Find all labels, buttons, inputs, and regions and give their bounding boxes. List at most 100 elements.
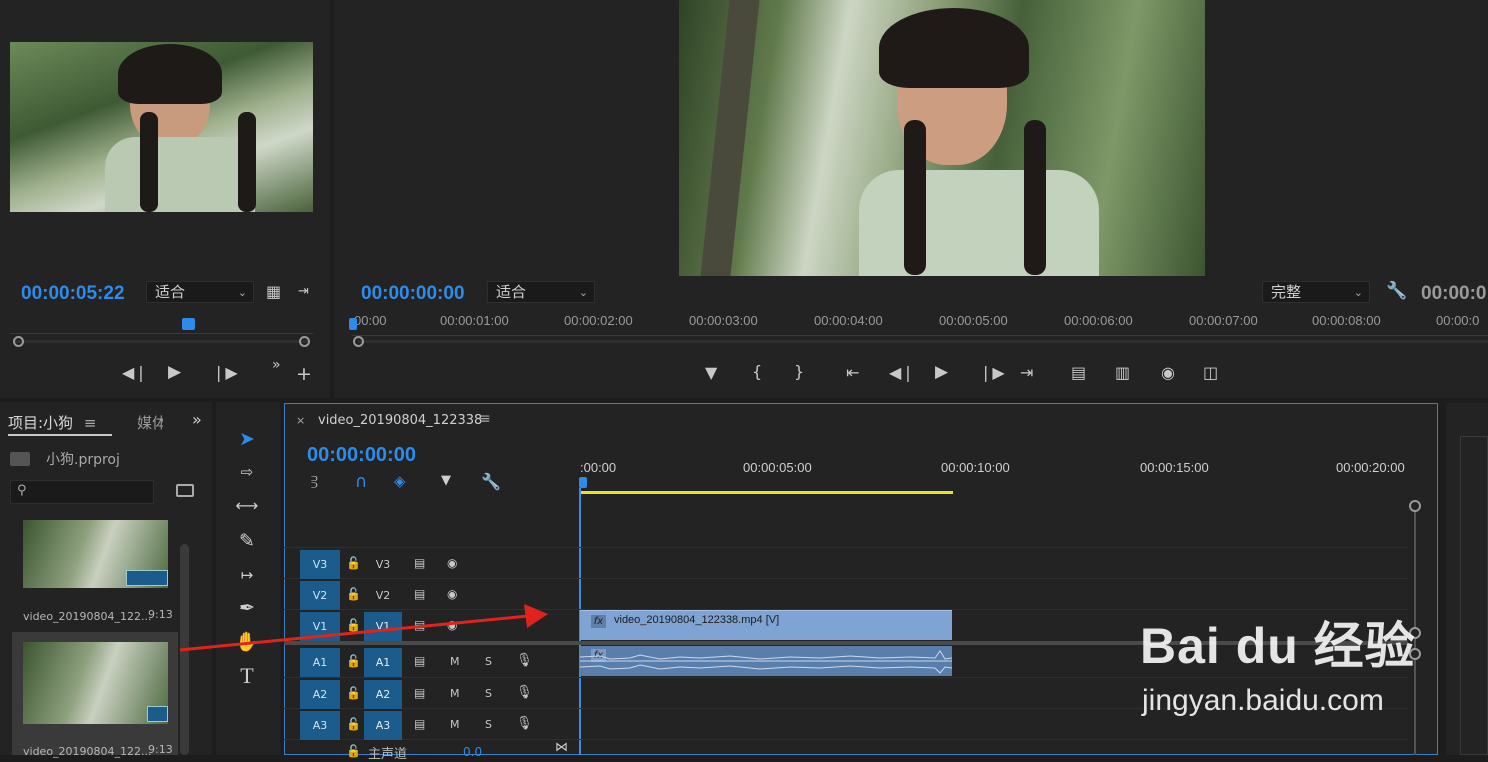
source-timecode[interactable]: 00:00:05:22 [21,283,125,305]
microphone-icon[interactable]: 🎙 [516,653,533,668]
source-playhead[interactable] [182,318,195,330]
eye-icon[interactable]: ◉ [447,556,457,570]
source-zoom-handle-left[interactable] [13,336,24,347]
program-zoom-handle-left[interactable] [353,336,364,347]
go-to-end-icon[interactable]: ⋈ [555,740,568,755]
list-item-selected[interactable]: video_20190804_122... 9:13 [12,632,178,758]
track-target-a3[interactable]: A3 [300,711,340,740]
program-playhead[interactable] [349,318,357,330]
track-name-a2[interactable]: A2 [364,680,402,709]
step-back-icon[interactable]: ◀❘ [122,364,148,382]
step-forward-icon[interactable]: ❘▶ [979,364,1005,382]
new-bin-icon[interactable] [176,484,194,497]
compare-view-icon[interactable]: ◫ [1203,364,1218,382]
eye-icon[interactable]: ◉ [447,587,457,601]
step-back-icon[interactable]: ◀❘ [889,364,915,382]
add-marker-icon[interactable]: ▼ [441,473,451,488]
lock-icon[interactable]: 🔓 [346,686,361,700]
microphone-icon[interactable]: 🎙 [516,685,533,700]
scroll-handle-top[interactable] [1409,500,1421,512]
extract-icon[interactable]: ▥ [1115,364,1130,382]
track-target-a1[interactable]: A1 [300,648,340,677]
eye-icon[interactable]: ◉ [447,618,457,632]
timeline-playhead-handle[interactable] [579,477,587,488]
list-item[interactable]: video_20190804_122... 9:13 [12,518,178,630]
source-fit-dropdown[interactable]: 适合 ⌄ [146,281,254,303]
track-name-v1[interactable]: V1 [364,612,402,641]
close-tab-icon[interactable]: × [296,414,305,427]
pen-tool-icon[interactable]: ✒ [230,594,264,622]
linked-selection-icon[interactable]: ◈ [394,472,406,490]
work-area-bar[interactable] [580,491,953,494]
timeline-ruler[interactable]: :00:00 00:00:05:00 00:00:10:00 00:00:15:… [580,458,1408,492]
hand-tool-icon[interactable]: ✋ [230,628,264,656]
source-scrub-bar[interactable] [10,320,313,334]
razor-icon[interactable]: ✎ [230,527,264,555]
play-icon[interactable]: ▶ [935,363,948,381]
type-tool-icon[interactable]: T [230,662,264,690]
lock-icon[interactable]: 🔓 [346,744,361,758]
quality-dropdown[interactable]: 完整 ⌄ [1262,281,1370,303]
lift-icon[interactable]: ▤ [1071,364,1086,382]
timeline-menu-icon[interactable]: ≡ [479,411,491,427]
panel-overflow-icon[interactable]: » [192,410,202,429]
lock-icon[interactable]: 🔓 [346,618,361,632]
ripple-edit-icon[interactable]: ⟷ [230,492,264,520]
track-name-v2[interactable]: V2 [364,581,402,610]
program-fit-dropdown[interactable]: 适合 ⌄ [487,281,595,303]
mark-out-icon[interactable]: } [794,363,804,381]
more-controls-icon[interactable]: » [272,356,281,374]
tab-project[interactable]: 项目:小狗 ≡ [8,412,96,433]
track-name-v3[interactable]: V3 [364,550,402,579]
step-forward-icon[interactable]: ❘▶ [212,364,238,382]
track-target-v2[interactable]: V2 [300,581,340,610]
slip-tool-icon[interactable]: ↦ [230,561,264,589]
export-frame-icon[interactable]: ▦ [266,283,281,301]
solo-button[interactable]: S [485,718,492,731]
add-marker-icon[interactable]: ▼ [705,364,717,382]
source-zoom-handle-right[interactable] [299,336,310,347]
selection-tool-icon[interactable]: ➤ [230,425,264,453]
insert-icon[interactable]: ⇥ [298,283,309,301]
camera-icon[interactable]: ◉ [1161,364,1175,382]
timeline-tab-title[interactable]: video_20190804_122338 [318,413,482,428]
audio-clip[interactable]: fx [580,646,952,676]
play-icon[interactable]: ▶ [168,363,181,381]
track-target-a2[interactable]: A2 [300,680,340,709]
nest-toggle-icon[interactable]: ⫖ [311,473,318,491]
lock-icon[interactable]: 🔓 [346,717,361,731]
track-target-v1[interactable]: V1 [300,612,340,641]
microphone-icon[interactable]: 🎙 [516,716,533,731]
solo-button[interactable]: S [485,687,492,700]
snap-icon[interactable]: ∩ [355,472,367,492]
mute-button[interactable]: M [450,718,460,731]
tab-media[interactable]: 媒体 [137,412,163,433]
add-button-icon[interactable]: + [296,365,312,384]
program-zoom-bar[interactable] [358,340,1488,343]
mute-button[interactable]: M [450,655,460,668]
source-zoom-bar[interactable] [14,340,310,343]
sync-lock-icon[interactable]: ▤ [414,686,425,700]
project-scrollbar[interactable] [180,544,189,755]
wrench-icon[interactable]: 🔧 [1386,282,1407,300]
program-ruler[interactable]: 00:00 00:00:01:00 00:00:02:00 00:00:03:0… [352,312,1488,336]
sync-lock-icon[interactable]: ▤ [414,717,425,731]
mute-button[interactable]: M [450,687,460,700]
track-name-a1[interactable]: A1 [364,648,402,677]
lock-icon[interactable]: 🔓 [346,587,361,601]
sync-lock-icon[interactable]: ▤ [414,654,425,668]
lock-icon[interactable]: 🔓 [346,654,361,668]
timeline-timecode[interactable]: 00:00:00:00 [307,444,416,467]
lock-icon[interactable]: 🔓 [346,556,361,570]
master-volume-value[interactable]: 0.0 [463,745,482,759]
sync-lock-icon[interactable]: ▤ [414,618,425,632]
sync-lock-icon[interactable]: ▤ [414,556,425,570]
panel-menu-icon[interactable]: ≡ [84,414,97,432]
go-to-out-icon[interactable]: ⇥ [1020,364,1033,382]
mark-in-icon[interactable]: { [752,363,762,381]
program-timecode[interactable]: 00:00:00:00 [361,283,465,305]
track-target-v3[interactable]: V3 [300,550,340,579]
sync-lock-icon[interactable]: ▤ [414,587,425,601]
track-name-a3[interactable]: A3 [364,711,402,740]
track-select-icon[interactable]: ⇨ [230,458,264,486]
